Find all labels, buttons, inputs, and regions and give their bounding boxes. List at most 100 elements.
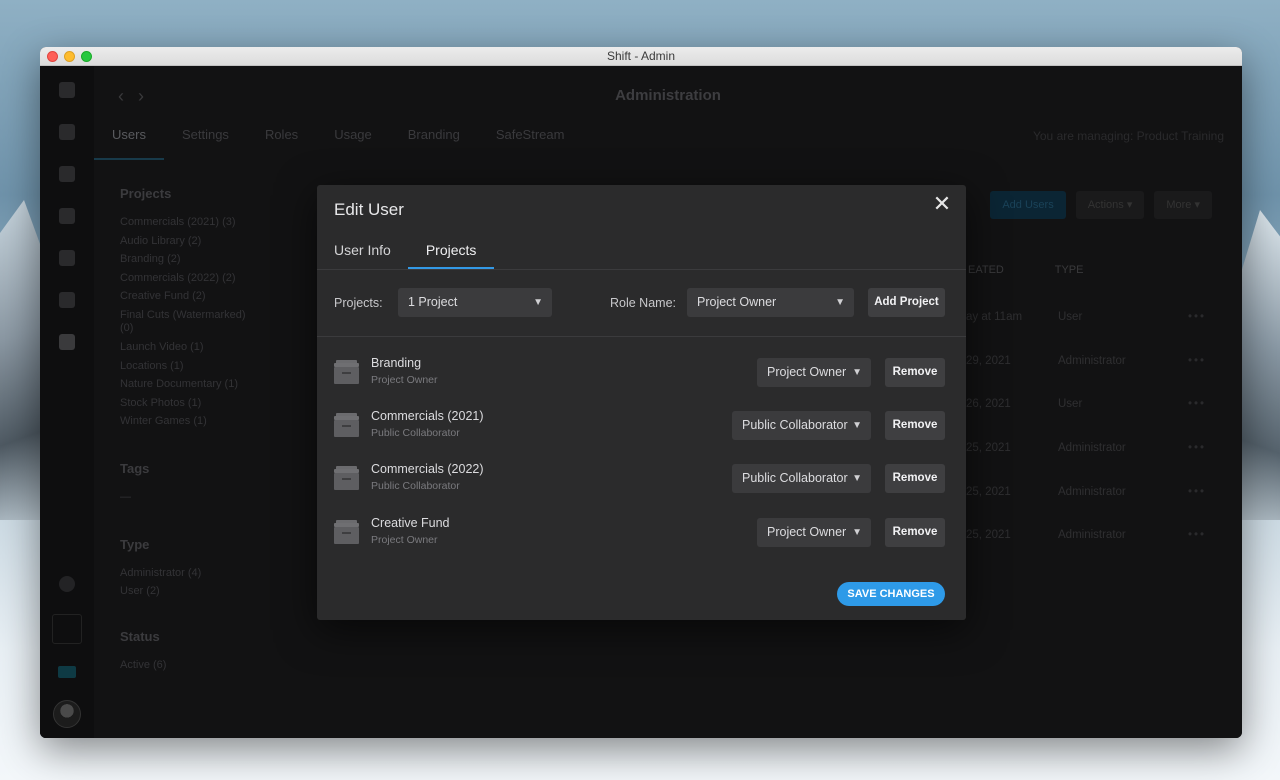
project-role-select[interactable]: Public Collaborator ▼ xyxy=(732,411,871,440)
column-type[interactable]: TYPE xyxy=(1055,264,1084,276)
filter-project[interactable]: Locations (1) xyxy=(120,357,300,376)
workspace-switcher[interactable] xyxy=(52,614,82,644)
row-menu-icon[interactable]: ••• xyxy=(1188,529,1206,541)
project-role-select-value: Project Owner xyxy=(767,525,847,539)
add-project-button[interactable]: Add Project xyxy=(868,288,945,317)
filter-project[interactable]: Nature Documentary (1) xyxy=(120,375,300,394)
row-menu-icon[interactable]: ••• xyxy=(1188,355,1206,367)
users-toolbar: Add Users Actions ▾ More ▾ xyxy=(990,191,1212,219)
project-name: Creative Fund xyxy=(371,516,450,530)
filter-project[interactable]: Launch Video (1) xyxy=(120,338,300,357)
table-row[interactable]: ay at 11am User ••• xyxy=(966,311,1236,323)
more-label: More xyxy=(1166,199,1192,211)
window-maximize-button[interactable] xyxy=(81,51,92,62)
remove-button[interactable]: Remove xyxy=(885,358,945,387)
filter-projects-title: Projects xyxy=(120,186,172,201)
remove-button[interactable]: Remove xyxy=(885,464,945,493)
list-item: Commercials (2022) Public Collaborator P… xyxy=(334,459,946,499)
tab-settings[interactable]: Settings xyxy=(164,126,247,160)
project-role: Public Collaborator xyxy=(371,480,460,492)
clock-icon[interactable] xyxy=(59,124,75,140)
filters-panel: Projects Commercials (2021) (3) Audio Li… xyxy=(120,186,300,674)
tab-safestream[interactable]: SafeStream xyxy=(478,126,583,160)
tab-user-info[interactable]: User Info xyxy=(334,235,391,269)
project-role-select[interactable]: Project Owner ▼ xyxy=(757,518,871,547)
row-menu-icon[interactable]: ••• xyxy=(1188,486,1206,498)
table-row[interactable]: 25, 2021 Administrator ••• xyxy=(966,529,1236,541)
cell-type: Administrator xyxy=(1058,486,1126,498)
filter-tags-empty: — xyxy=(120,490,131,503)
role-name-select[interactable]: Project Owner ▼ xyxy=(687,288,854,317)
briefcase-icon[interactable] xyxy=(59,208,75,224)
window-minimize-button[interactable] xyxy=(64,51,75,62)
filter-project[interactable]: Branding (2) xyxy=(120,250,300,269)
add-users-button[interactable]: Add Users xyxy=(990,191,1066,219)
cell-created: 29, 2021 xyxy=(966,355,1011,367)
avatar[interactable] xyxy=(53,700,81,728)
project-role-select-value: Project Owner xyxy=(767,365,847,379)
close-icon[interactable]: ✕ xyxy=(932,193,952,215)
help-icon[interactable] xyxy=(59,576,75,592)
remove-button[interactable]: Remove xyxy=(885,411,945,440)
tab-projects[interactable]: Projects xyxy=(407,235,495,269)
filter-status[interactable]: Active (6) xyxy=(120,656,300,675)
window-controls xyxy=(47,51,92,62)
column-created[interactable]: EATED xyxy=(968,264,1004,276)
more-dropdown[interactable]: More ▾ xyxy=(1154,191,1212,219)
filter-type[interactable]: User (2) xyxy=(120,582,300,601)
add-project-row: Projects: 1 Project ▼ Role Name: Project… xyxy=(317,270,966,337)
edit-user-modal: Edit User ✕ User Info Projects Projects:… xyxy=(317,185,966,620)
gear-icon[interactable] xyxy=(59,334,75,350)
table-row[interactable]: 29, 2021 Administrator ••• xyxy=(966,355,1236,367)
project-role: Project Owner xyxy=(371,534,438,546)
tab-users[interactable]: Users xyxy=(94,126,164,160)
row-menu-icon[interactable]: ••• xyxy=(1188,442,1206,454)
archive-box-icon xyxy=(334,520,359,544)
window-title: Shift - Admin xyxy=(606,49,676,63)
chevron-down-icon: ▼ xyxy=(852,420,862,431)
filter-project[interactable]: Creative Fund (2) xyxy=(120,287,300,306)
project-name: Commercials (2022) xyxy=(371,462,484,476)
chart-icon[interactable] xyxy=(59,166,75,182)
chevron-down-icon: ▼ xyxy=(835,297,845,308)
table-row[interactable]: 26, 2021 User ••• xyxy=(966,398,1236,410)
filter-project[interactable]: Final Cuts (Watermarked) xyxy=(120,306,300,322)
main-tabs: Users Settings Roles Usage Branding Safe… xyxy=(94,126,582,160)
remove-button[interactable]: Remove xyxy=(885,518,945,547)
filter-project[interactable]: Commercials (2022) (2) xyxy=(120,269,300,288)
filter-project-count: (0) xyxy=(120,321,134,334)
inbox-icon[interactable] xyxy=(59,82,75,98)
home-icon[interactable] xyxy=(59,250,75,266)
cell-type: Administrator xyxy=(1058,529,1126,541)
filter-type[interactable]: Administrator (4) xyxy=(120,564,300,583)
window-titlebar[interactable]: Shift - Admin xyxy=(40,47,1242,66)
filter-project[interactable]: Stock Photos (1) xyxy=(120,394,300,413)
project-role-select[interactable]: Project Owner ▼ xyxy=(757,358,871,387)
filter-project[interactable]: Audio Library (2) xyxy=(120,232,300,251)
tab-usage[interactable]: Usage xyxy=(316,126,390,160)
book-icon[interactable] xyxy=(58,666,76,678)
cell-type: User xyxy=(1058,311,1083,323)
cell-created: 25, 2021 xyxy=(966,486,1011,498)
table-row[interactable]: 25, 2021 Administrator ••• xyxy=(966,442,1236,454)
table-row[interactable]: 25, 2021 Administrator ••• xyxy=(966,486,1236,498)
save-changes-button[interactable]: SAVE CHANGES xyxy=(837,582,945,606)
archive-box-icon xyxy=(334,360,359,384)
project-role-select-value: Public Collaborator xyxy=(742,418,848,432)
project-role-select[interactable]: Public Collaborator ▼ xyxy=(732,464,871,493)
project-name: Branding xyxy=(371,356,422,370)
row-menu-icon[interactable]: ••• xyxy=(1188,311,1206,323)
search-icon[interactable] xyxy=(59,292,75,308)
cell-type: User xyxy=(1058,398,1083,410)
projects-select[interactable]: 1 Project ▼ xyxy=(398,288,552,317)
tab-roles[interactable]: Roles xyxy=(247,126,316,160)
window-close-button[interactable] xyxy=(47,51,58,62)
cell-type: Administrator xyxy=(1058,442,1126,454)
filter-type-title: Type xyxy=(120,536,150,552)
tab-branding[interactable]: Branding xyxy=(390,126,478,160)
actions-dropdown[interactable]: Actions ▾ xyxy=(1075,191,1145,219)
filter-project[interactable]: Commercials (2021) (3) xyxy=(120,213,300,232)
row-menu-icon[interactable]: ••• xyxy=(1188,398,1206,410)
chevron-down-icon: ▼ xyxy=(852,367,862,378)
filter-project[interactable]: Winter Games (1) xyxy=(120,412,300,431)
